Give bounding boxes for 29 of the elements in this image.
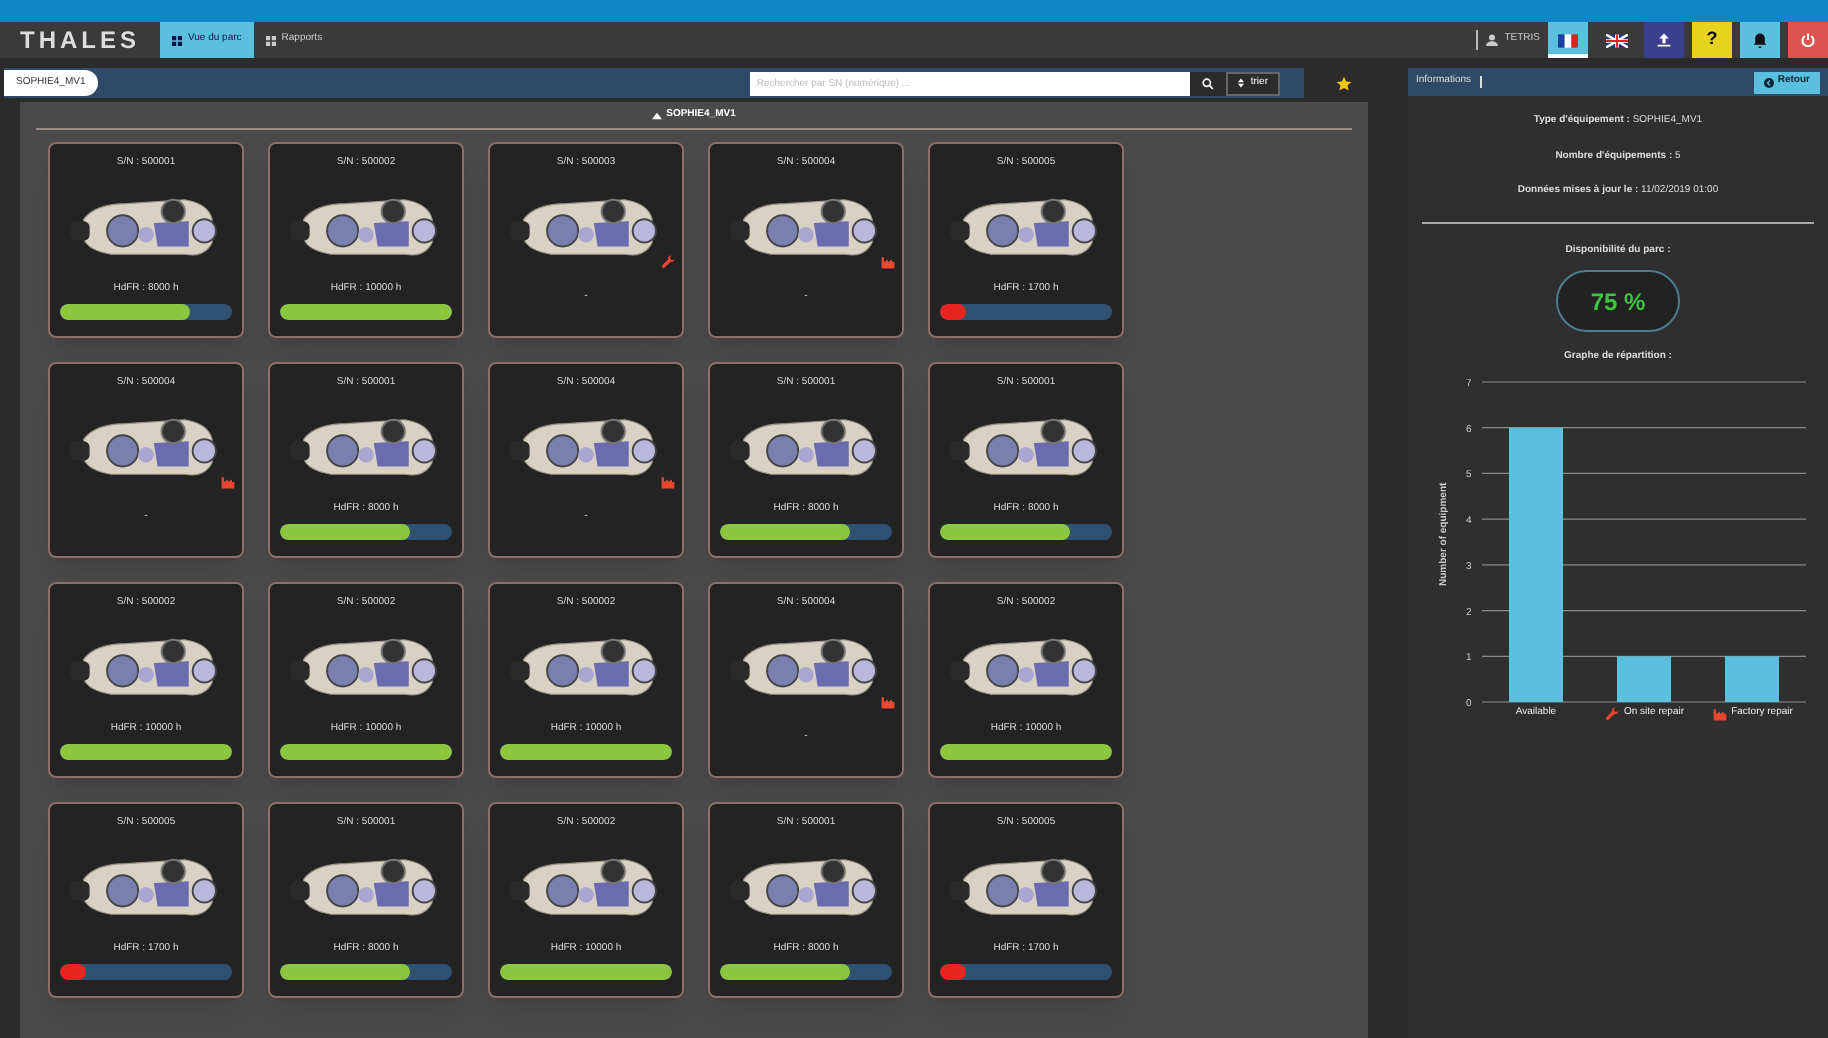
flag-fr-button[interactable]	[1548, 22, 1588, 58]
upload-icon	[1656, 32, 1672, 48]
power-button[interactable]	[1788, 22, 1828, 58]
bell-icon	[1752, 32, 1768, 48]
factory-icon	[880, 693, 896, 709]
search-button[interactable]	[1190, 71, 1227, 95]
factory-icon	[1711, 705, 1728, 721]
uk-flag-icon	[1605, 33, 1627, 47]
wrench-icon	[1603, 705, 1620, 721]
star-icon[interactable]	[1336, 75, 1352, 91]
factory-icon	[880, 253, 896, 269]
chart-bar	[1725, 655, 1779, 701]
user-icon	[1486, 34, 1499, 46]
help-button[interactable]: ?	[1692, 22, 1732, 58]
power-icon	[1800, 32, 1816, 48]
arrow-circle-icon	[1763, 77, 1774, 87]
french-flag-icon	[1558, 33, 1578, 47]
upload-button[interactable]	[1644, 22, 1684, 58]
logo: THALES	[18, 24, 142, 58]
factory-icon	[220, 473, 236, 489]
grid-icon	[172, 35, 182, 45]
availability-value: 75 %	[1556, 270, 1680, 332]
grid-icon	[265, 35, 276, 45]
search-icon	[1202, 77, 1215, 89]
wrench-icon	[660, 253, 676, 269]
bell-button[interactable]	[1740, 22, 1780, 58]
chart-bar	[1617, 655, 1671, 701]
sort-icon	[1238, 78, 1245, 88]
factory-icon	[660, 473, 676, 489]
